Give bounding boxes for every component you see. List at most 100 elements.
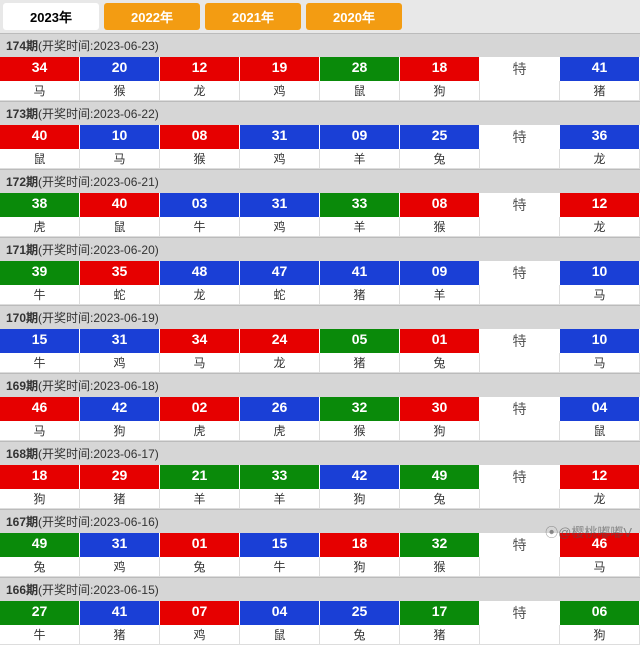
zodiac-label: 鸡 (80, 353, 160, 373)
ball-number: 05 (320, 329, 400, 353)
ball-number: 07 (160, 601, 240, 625)
ball-number: 18 (320, 533, 400, 557)
ball-number: 35 (80, 261, 160, 285)
zodiac-label: 兔 (0, 557, 80, 577)
special-marker-label (480, 81, 560, 101)
zodiac-label: 猪 (80, 625, 160, 645)
ball-number: 09 (320, 125, 400, 149)
zodiac-label: 鸡 (240, 81, 320, 101)
special-marker: 特 (480, 397, 560, 421)
ball-number: 10 (560, 329, 640, 353)
special-marker-label (480, 353, 560, 373)
ball-number: 25 (320, 601, 400, 625)
zodiac-label: 狗 (320, 489, 400, 509)
ball-number: 25 (400, 125, 480, 149)
zodiac-label: 龙 (160, 285, 240, 305)
zodiac-label: 狗 (320, 557, 400, 577)
special-marker: 特 (480, 57, 560, 81)
zodiac-label: 鼠 (320, 81, 400, 101)
zodiac-label: 狗 (560, 625, 640, 645)
zodiac-label: 马 (0, 81, 80, 101)
zodiac-label: 马 (80, 149, 160, 169)
period-header: 174期(开奖时间:2023-06-23) (0, 33, 640, 57)
zodiac-label: 鼠 (240, 625, 320, 645)
special-marker-label (480, 149, 560, 169)
special-marker: 特 (480, 601, 560, 625)
special-marker-label (480, 421, 560, 441)
ball-number: 08 (400, 193, 480, 217)
zodiac-label: 鸡 (160, 625, 240, 645)
ball-number: 46 (0, 397, 80, 421)
period-header: 173期(开奖时间:2023-06-22) (0, 101, 640, 125)
special-marker: 特 (480, 125, 560, 149)
zodiac-label: 龙 (240, 353, 320, 373)
period-header: 166期(开奖时间:2023-06-15) (0, 577, 640, 601)
ball-number: 08 (160, 125, 240, 149)
ball-number: 31 (240, 193, 320, 217)
zodiac-label: 羊 (240, 489, 320, 509)
ball-number: 31 (240, 125, 320, 149)
ball-number: 01 (160, 533, 240, 557)
year-tab[interactable]: 2023年 (3, 3, 99, 30)
zodiac-label: 牛 (0, 285, 80, 305)
zodiac-label: 虎 (240, 421, 320, 441)
ball-number: 10 (560, 261, 640, 285)
ball-number: 31 (80, 533, 160, 557)
ball-number: 15 (240, 533, 320, 557)
ball-number: 20 (80, 57, 160, 81)
ball-number: 41 (560, 57, 640, 81)
zodiac-label: 兔 (320, 625, 400, 645)
ball-number: 09 (400, 261, 480, 285)
ball-number: 32 (320, 397, 400, 421)
ball-number: 42 (80, 397, 160, 421)
zodiac-label: 马 (160, 353, 240, 373)
zodiac-label: 羊 (320, 149, 400, 169)
year-tabs: 2023年2022年2021年2020年 (0, 0, 640, 33)
zodiac-label: 马 (0, 421, 80, 441)
year-tab[interactable]: 2020年 (306, 3, 402, 30)
special-marker: 特 (480, 533, 560, 557)
zodiac-label: 马 (560, 285, 640, 305)
zodiac-label: 猴 (400, 557, 480, 577)
special-marker: 特 (480, 261, 560, 285)
zodiac-label: 兔 (160, 557, 240, 577)
ball-number: 33 (320, 193, 400, 217)
ball-number: 49 (400, 465, 480, 489)
ball-number: 03 (160, 193, 240, 217)
zodiac-label: 猪 (560, 81, 640, 101)
zodiac-label: 龙 (560, 149, 640, 169)
ball-number: 10 (80, 125, 160, 149)
zodiac-label: 龙 (160, 81, 240, 101)
special-marker-label (480, 285, 560, 305)
ball-number: 32 (400, 533, 480, 557)
year-tab[interactable]: 2022年 (104, 3, 200, 30)
ball-number: 49 (0, 533, 80, 557)
year-tab[interactable]: 2021年 (205, 3, 301, 30)
ball-number: 17 (400, 601, 480, 625)
ball-number: 01 (400, 329, 480, 353)
ball-number: 33 (240, 465, 320, 489)
zodiac-label: 虎 (160, 421, 240, 441)
ball-number: 04 (240, 601, 320, 625)
ball-number: 02 (160, 397, 240, 421)
zodiac-label: 牛 (240, 557, 320, 577)
zodiac-label: 蛇 (80, 285, 160, 305)
zodiac-label: 蛇 (240, 285, 320, 305)
ball-number: 46 (560, 533, 640, 557)
ball-number: 04 (560, 397, 640, 421)
ball-number: 38 (0, 193, 80, 217)
zodiac-label: 兔 (400, 353, 480, 373)
zodiac-label: 牛 (0, 625, 80, 645)
ball-number: 39 (0, 261, 80, 285)
period-header: 171期(开奖时间:2023-06-20) (0, 237, 640, 261)
ball-number: 18 (0, 465, 80, 489)
zodiac-label: 鼠 (0, 149, 80, 169)
special-marker: 特 (480, 329, 560, 353)
ball-number: 12 (560, 465, 640, 489)
zodiac-label: 兔 (400, 489, 480, 509)
ball-number: 48 (160, 261, 240, 285)
zodiac-label: 鸡 (240, 217, 320, 237)
zodiac-label: 猴 (80, 81, 160, 101)
zodiac-label: 羊 (320, 217, 400, 237)
zodiac-label: 羊 (400, 285, 480, 305)
